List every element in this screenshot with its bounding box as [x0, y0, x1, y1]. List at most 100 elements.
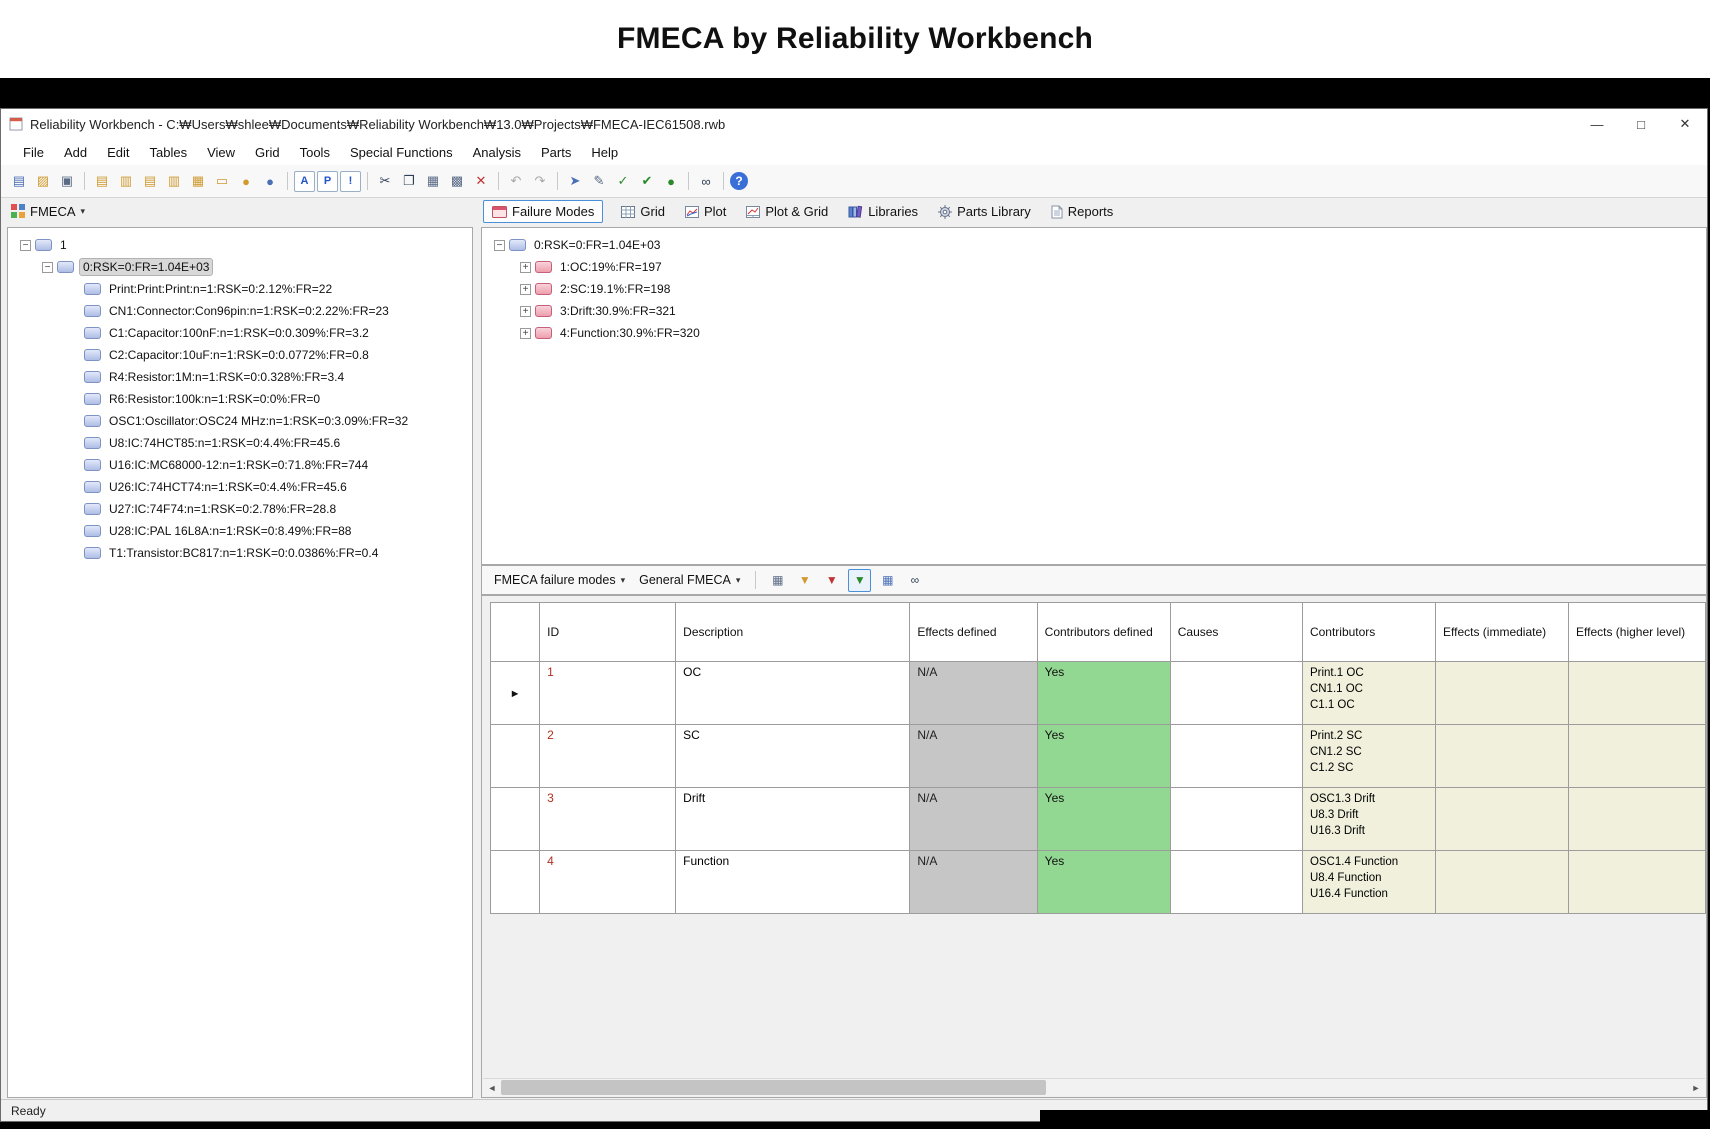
- cell-causes[interactable]: [1170, 725, 1302, 788]
- event-yellow-icon[interactable]: ●: [235, 170, 257, 192]
- save-icon[interactable]: ▣: [56, 170, 78, 192]
- redo-icon[interactable]: ↷: [529, 170, 551, 192]
- expand-icon[interactable]: +: [520, 284, 531, 295]
- cell-effects-higher[interactable]: [1569, 851, 1706, 914]
- tree-node-component[interactable]: T1:Transistor:BC817:n=1:RSK=0:0.0386%:FR…: [12, 542, 468, 564]
- menu-grid[interactable]: Grid: [245, 141, 290, 164]
- tab-plot[interactable]: Plot: [683, 201, 728, 222]
- transfer-block-icon[interactable]: ▭: [211, 170, 233, 192]
- filter-icon[interactable]: ▼: [794, 570, 815, 591]
- cell-id[interactable]: 4: [540, 851, 676, 914]
- failure-modes-view-select[interactable]: FMECA failure modes ▾: [490, 571, 629, 589]
- col-header-effects-defined[interactable]: Effects defined: [910, 603, 1037, 662]
- cell-effects-immediate[interactable]: [1436, 662, 1569, 725]
- cell-contributors[interactable]: Print.1 OC CN1.1 OC C1.1 OC: [1302, 662, 1435, 725]
- fmeca-type-select[interactable]: General FMECA ▾: [635, 571, 744, 589]
- cell-description[interactable]: SC: [676, 725, 910, 788]
- menu-parts[interactable]: Parts: [531, 141, 581, 164]
- col-header-effects-immediate[interactable]: Effects (immediate): [1436, 603, 1569, 662]
- failure-tree-node[interactable]: + 2:SC:19.1%:FR=198: [486, 278, 1702, 300]
- failure-tree-root[interactable]: − 0:RSK=0:FR=1.04E+03: [486, 234, 1702, 256]
- paste-special-icon[interactable]: ▩: [446, 170, 468, 192]
- row-selector-cell[interactable]: [491, 725, 540, 788]
- cell-id[interactable]: 3: [540, 788, 676, 851]
- cell-contributors-defined[interactable]: Yes: [1037, 851, 1170, 914]
- cell-contributors[interactable]: OSC1.3 Drift U8.3 Drift U16.3 Drift: [1302, 788, 1435, 851]
- cell-contributors[interactable]: Print.2 SC CN1.2 SC C1.2 SC: [1302, 725, 1435, 788]
- cell-effects-defined[interactable]: N/A: [910, 725, 1037, 788]
- col-header-id[interactable]: ID: [540, 603, 676, 662]
- col-header-contributors-defined[interactable]: Contributors defined: [1037, 603, 1170, 662]
- cell-effects-higher[interactable]: [1569, 662, 1706, 725]
- tree-node-root[interactable]: − 1: [12, 234, 468, 256]
- cell-effects-higher[interactable]: [1569, 788, 1706, 851]
- failure-tree-node[interactable]: + 4:Function:30.9%:FR=320: [486, 322, 1702, 344]
- menu-special-functions[interactable]: Special Functions: [340, 141, 463, 164]
- tree-node-component[interactable]: U8:IC:74HCT85:n=1:RSK=0:4.4%:FR=45.6: [12, 432, 468, 454]
- tab-plot-and-grid[interactable]: Plot & Grid: [744, 201, 830, 222]
- cell-causes[interactable]: [1170, 851, 1302, 914]
- cell-id[interactable]: 2: [540, 725, 676, 788]
- tree-node-component[interactable]: C1:Capacitor:100nF:n=1:RSK=0:0.309%:FR=3…: [12, 322, 468, 344]
- col-header-description[interactable]: Description: [676, 603, 910, 662]
- cell-description[interactable]: OC: [676, 662, 910, 725]
- tree-node-component[interactable]: CN1:Connector:Con96pin:n=1:RSK=0:2.22%:F…: [12, 300, 468, 322]
- add-child-block-icon[interactable]: ▥: [115, 170, 137, 192]
- tree-node-component[interactable]: U27:IC:74F74:n=1:RSK=0:2.78%:FR=28.8: [12, 498, 468, 520]
- cell-contributors[interactable]: OSC1.4 Function U8.4 Function U16.4 Func…: [1302, 851, 1435, 914]
- notes-icon[interactable]: ✎: [588, 170, 610, 192]
- menu-analysis[interactable]: Analysis: [463, 141, 531, 164]
- tree-node-component[interactable]: U26:IC:74HCT74:n=1:RSK=0:4.4%:FR=45.6: [12, 476, 468, 498]
- maximize-button[interactable]: □: [1619, 109, 1663, 139]
- undo-icon[interactable]: ↶: [505, 170, 527, 192]
- expand-icon[interactable]: +: [520, 306, 531, 317]
- cell-id[interactable]: 1: [540, 662, 676, 725]
- tab-grid[interactable]: Grid: [619, 201, 667, 222]
- scroll-right-icon[interactable]: ►: [1687, 1079, 1705, 1096]
- block-library-icon[interactable]: ▦: [187, 170, 209, 192]
- menu-edit[interactable]: Edit: [97, 141, 139, 164]
- menu-help[interactable]: Help: [581, 141, 628, 164]
- tree-node-component[interactable]: R4:Resistor:1M:n=1:RSK=0:0.328%:FR=3.4: [12, 366, 468, 388]
- row-selector-cell[interactable]: [491, 851, 540, 914]
- help-icon[interactable]: ?: [730, 172, 748, 190]
- horizontal-scrollbar[interactable]: ◄ ►: [483, 1078, 1705, 1096]
- insert-block-icon[interactable]: ▤: [139, 170, 161, 192]
- scroll-left-icon[interactable]: ◄: [483, 1079, 501, 1096]
- menu-view[interactable]: View: [197, 141, 245, 164]
- minimize-button[interactable]: —: [1575, 109, 1619, 139]
- fmeca-pane-header[interactable]: FMECA ▾: [11, 199, 85, 223]
- event-blue-icon[interactable]: ●: [259, 170, 281, 192]
- spell-check-icon[interactable]: ✓: [612, 170, 634, 192]
- tab-failure-modes[interactable]: Failure Modes: [483, 200, 603, 223]
- collapse-icon[interactable]: −: [42, 262, 53, 273]
- menu-tables[interactable]: Tables: [140, 141, 198, 164]
- tree-node-component[interactable]: U16:IC:MC68000-12:n=1:RSK=0:71.8%:FR=744: [12, 454, 468, 476]
- analysis-a-icon[interactable]: A: [294, 171, 315, 192]
- cell-contributors-defined[interactable]: Yes: [1037, 788, 1170, 851]
- cell-effects-immediate[interactable]: [1436, 725, 1569, 788]
- scrollbar-thumb[interactable]: [501, 1080, 1046, 1095]
- cell-effects-defined[interactable]: N/A: [910, 788, 1037, 851]
- expand-icon[interactable]: +: [520, 262, 531, 273]
- tree-node-component[interactable]: R6:Resistor:100k:n=1:RSK=0:0%:FR=0: [12, 388, 468, 410]
- remove-block-icon[interactable]: ▥: [163, 170, 185, 192]
- cell-causes[interactable]: [1170, 662, 1302, 725]
- row-selector-header[interactable]: [491, 603, 540, 662]
- collapse-icon[interactable]: −: [20, 240, 31, 251]
- tree-node-component[interactable]: C2:Capacitor:10uF:n=1:RSK=0:0.0772%:FR=0…: [12, 344, 468, 366]
- cell-effects-defined[interactable]: N/A: [910, 662, 1037, 725]
- cell-description[interactable]: Drift: [676, 788, 910, 851]
- add-block-icon[interactable]: ▤: [91, 170, 113, 192]
- open-project-icon[interactable]: ▨: [32, 170, 54, 192]
- paste-icon[interactable]: ▦: [422, 170, 444, 192]
- failure-tree-node[interactable]: + 3:Drift:30.9%:FR=321: [486, 300, 1702, 322]
- tab-parts-library[interactable]: Parts Library: [936, 201, 1033, 222]
- row-selector-cell[interactable]: [491, 788, 540, 851]
- delete-icon[interactable]: ✕: [470, 170, 492, 192]
- menu-tools[interactable]: Tools: [290, 141, 340, 164]
- cell-effects-defined[interactable]: N/A: [910, 851, 1037, 914]
- importance-icon[interactable]: !: [340, 171, 361, 192]
- col-header-effects-higher[interactable]: Effects (higher level): [1569, 603, 1706, 662]
- collapse-icon[interactable]: −: [494, 240, 505, 251]
